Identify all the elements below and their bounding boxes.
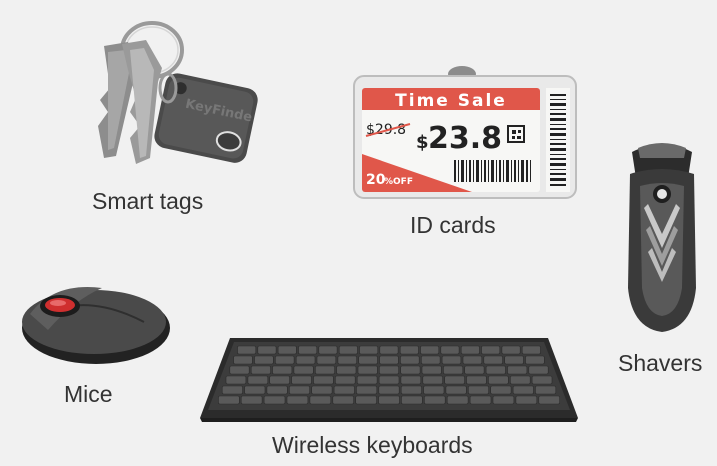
smart-tags-label: Smart tags — [92, 188, 204, 214]
esl-new-price: 23.8 — [428, 121, 502, 156]
wireless-keyboards-label: Wireless keyboards — [272, 432, 473, 458]
smart-tags-image: KeyFinde — [70, 8, 260, 178]
shavers-label: Shavers — [618, 350, 703, 376]
esl-discount-suffix: %OFF — [384, 177, 413, 187]
mouse-image — [14, 270, 174, 370]
id-cards-label: ID cards — [410, 212, 496, 238]
shaver-image — [622, 138, 702, 334]
esl-currency: $ — [416, 132, 429, 153]
esl-discount-number: 20 — [366, 172, 386, 188]
keyboard-image — [198, 336, 580, 422]
mice-label: Mice — [64, 381, 113, 407]
esl-banner-text: Time Sale — [395, 91, 507, 111]
id-card-image: Time Sale $29.8 $ 23.8 20 %OFF — [352, 66, 584, 200]
